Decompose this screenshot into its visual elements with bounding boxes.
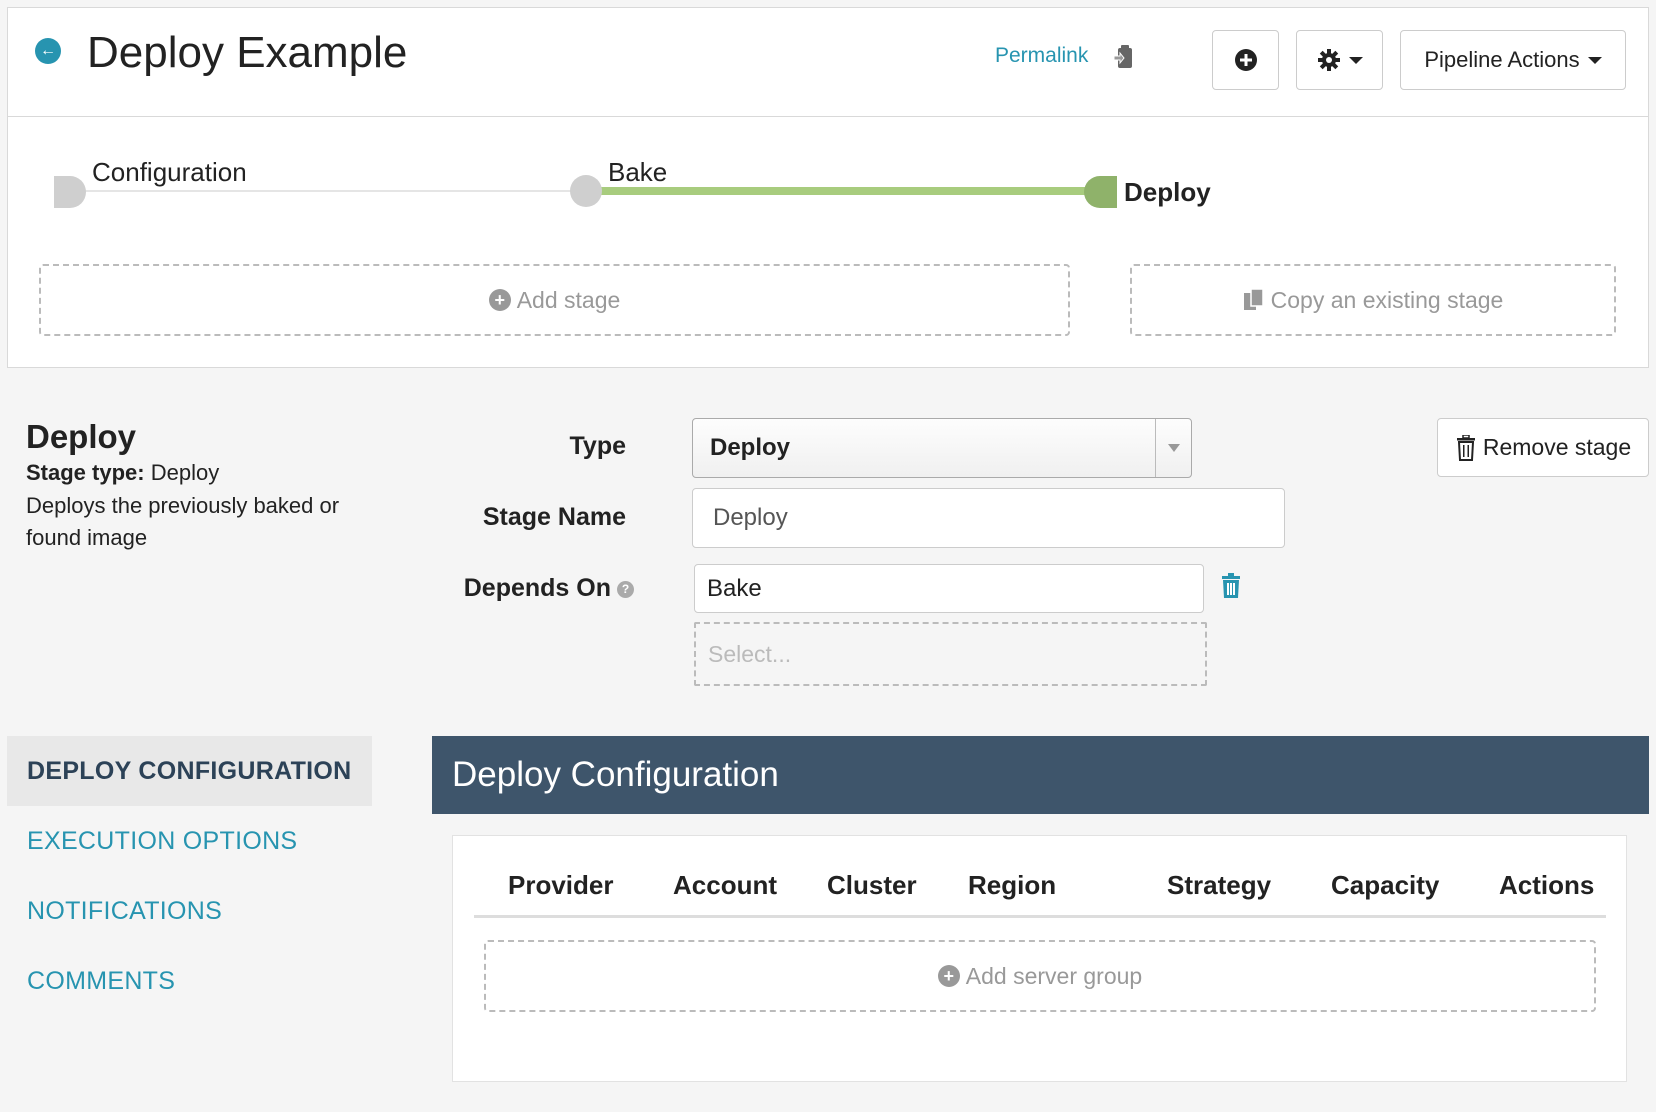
add-stage-button[interactable]: + Add stage xyxy=(39,264,1070,336)
trash-icon xyxy=(1456,434,1475,461)
plus-circle-icon: + xyxy=(937,965,960,987)
graph-node-deploy[interactable] xyxy=(1084,176,1117,208)
stage-type-value: Deploy xyxy=(150,460,220,485)
column-header-provider: Provider xyxy=(508,870,614,900)
depends-on-label-text: Depends On xyxy=(463,574,611,602)
type-select[interactable]: Deploy xyxy=(692,418,1192,478)
stage-title: Deploy xyxy=(26,418,137,455)
plus-circle-icon xyxy=(1234,49,1257,71)
section-title: Deploy Configuration xyxy=(432,736,1649,814)
gear-icon xyxy=(1317,49,1340,71)
clipboard-icon[interactable] xyxy=(1113,44,1135,70)
chevron-down-icon xyxy=(1348,56,1363,64)
column-header-region: Region xyxy=(968,870,1057,900)
type-select-value: Deploy xyxy=(710,434,791,461)
help-icon[interactable]: ? xyxy=(617,580,634,598)
nav-item-notifications[interactable]: NOTIFICATIONS xyxy=(7,876,372,946)
stage-type-line: Stage type: Deploy xyxy=(26,460,219,486)
chevron-down-icon xyxy=(1587,56,1602,64)
copy-stage-button[interactable]: Copy an existing stage xyxy=(1130,264,1616,336)
column-header-actions: Actions xyxy=(1499,870,1595,900)
settings-dropdown-button[interactable] xyxy=(1296,30,1383,90)
copy-icon xyxy=(1243,288,1264,310)
column-header-capacity: Capacity xyxy=(1331,870,1440,900)
add-server-group-button[interactable]: + Add server group xyxy=(484,940,1596,1012)
chevron-down-icon[interactable] xyxy=(1155,419,1191,477)
copy-stage-label: Copy an existing stage xyxy=(1270,286,1504,313)
add-stage-label: Add stage xyxy=(516,286,621,313)
graph-node-configuration[interactable] xyxy=(54,176,86,208)
permalink-link[interactable]: Permalink xyxy=(995,44,1088,68)
pipeline-actions-label: Pipeline Actions xyxy=(1424,47,1580,72)
pipeline-actions-dropdown[interactable]: Pipeline Actions xyxy=(1400,30,1626,90)
column-header-account: Account xyxy=(673,870,777,900)
stage-description: Deploys the previously baked or found im… xyxy=(26,493,340,550)
depends-on-label: Depends On? xyxy=(420,574,634,603)
depends-on-select[interactable]: Select... xyxy=(694,622,1207,686)
column-header-strategy: Strategy xyxy=(1167,870,1272,900)
plus-circle-icon: + xyxy=(488,289,511,311)
type-label: Type xyxy=(569,432,627,460)
trash-icon[interactable] xyxy=(1220,573,1242,599)
graph-label-configuration[interactable]: Configuration xyxy=(92,157,247,188)
column-header-cluster: Cluster xyxy=(827,870,917,900)
stage-name-input[interactable]: Deploy xyxy=(692,488,1285,548)
nav-item-deploy-configuration[interactable]: DEPLOY CONFIGURATION xyxy=(7,736,372,806)
graph-node-bake[interactable] xyxy=(570,175,602,207)
graph-label-bake[interactable]: Bake xyxy=(608,157,667,188)
add-pipeline-button[interactable] xyxy=(1212,30,1279,90)
remove-stage-label: Remove stage xyxy=(1482,434,1632,460)
graph-label-deploy[interactable]: Deploy xyxy=(1124,177,1211,208)
nav-item-comments[interactable]: COMMENTS xyxy=(7,946,372,1016)
nav-item-execution-options[interactable]: EXECUTION OPTIONS xyxy=(7,806,372,876)
remove-stage-button[interactable]: Remove stage xyxy=(1437,418,1649,477)
page-title: Deploy Example xyxy=(87,28,408,77)
back-arrow-icon[interactable]: ← xyxy=(35,38,61,64)
stage-type-prefix: Stage type: xyxy=(26,460,145,485)
stage-name-label: Stage Name xyxy=(482,503,626,531)
table-divider xyxy=(474,915,1606,918)
add-server-group-label: Add server group xyxy=(965,962,1143,989)
depends-on-input[interactable]: Bake xyxy=(694,564,1204,613)
